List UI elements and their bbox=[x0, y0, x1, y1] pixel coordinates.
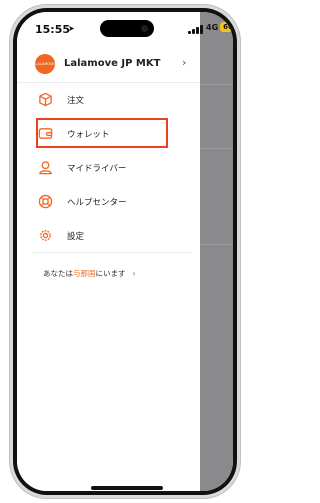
status-time: 15:55 bbox=[35, 23, 71, 36]
phone-frame: 15:55 ➤ 4G 66 🔔 LALAMOVE Lalamove JP MKT bbox=[9, 4, 241, 499]
background-divider bbox=[200, 148, 233, 149]
side-drawer: LALAMOVE Lalamove JP MKT › 注文 ウォレット マイドラ… bbox=[17, 12, 200, 491]
phone-bezel: 15:55 ➤ 4G 66 🔔 LALAMOVE Lalamove JP MKT bbox=[13, 8, 237, 495]
menu-item-label: マイドライバー bbox=[67, 164, 127, 174]
home-indicator[interactable] bbox=[91, 486, 163, 490]
driver-icon bbox=[39, 161, 52, 175]
signal-icon bbox=[188, 25, 204, 34]
location-arrow-icon: ➤ bbox=[68, 24, 75, 33]
region-prefix: あなたは bbox=[43, 269, 73, 278]
menu-item-label: 注文 bbox=[67, 96, 85, 106]
screen: 15:55 ➤ 4G 66 🔔 LALAMOVE Lalamove JP MKT bbox=[17, 12, 233, 491]
menu-item-label: ヘルプセンター bbox=[67, 198, 127, 208]
chevron-right-icon: › bbox=[182, 56, 187, 69]
battery-icon: 66 bbox=[220, 22, 233, 32]
menu-item-help-center[interactable]: ヘルプセンター bbox=[27, 188, 197, 216]
camera-dot bbox=[141, 25, 148, 32]
menu-item-settings[interactable]: 設定 bbox=[27, 222, 197, 250]
box-icon bbox=[39, 92, 52, 107]
menu-item-label: 設定 bbox=[67, 232, 85, 242]
region-name: 与那国 bbox=[73, 269, 96, 278]
highlight-box bbox=[36, 118, 168, 148]
menu-item-orders[interactable]: 注文 bbox=[27, 86, 197, 114]
menu-divider bbox=[33, 252, 193, 253]
menu-item-my-drivers[interactable]: マイドライバー bbox=[27, 154, 197, 182]
background-divider bbox=[200, 84, 233, 85]
account-name: Lalamove JP MKT bbox=[64, 58, 161, 69]
lifebuoy-icon bbox=[38, 194, 53, 209]
chevron-right-icon: › bbox=[132, 269, 136, 278]
region-selector[interactable]: あなたは与那国にいます › bbox=[43, 268, 136, 279]
account-header[interactable]: LALAMOVE Lalamove JP MKT › bbox=[17, 48, 200, 83]
status-bar: 15:55 ➤ 4G 66 bbox=[17, 12, 233, 42]
dynamic-island bbox=[100, 20, 154, 37]
region-suffix: にいます bbox=[95, 269, 126, 278]
network-type: 4G bbox=[206, 23, 219, 32]
brand-logo: LALAMOVE bbox=[35, 54, 55, 74]
gear-icon bbox=[40, 230, 51, 241]
background-divider bbox=[200, 244, 233, 245]
